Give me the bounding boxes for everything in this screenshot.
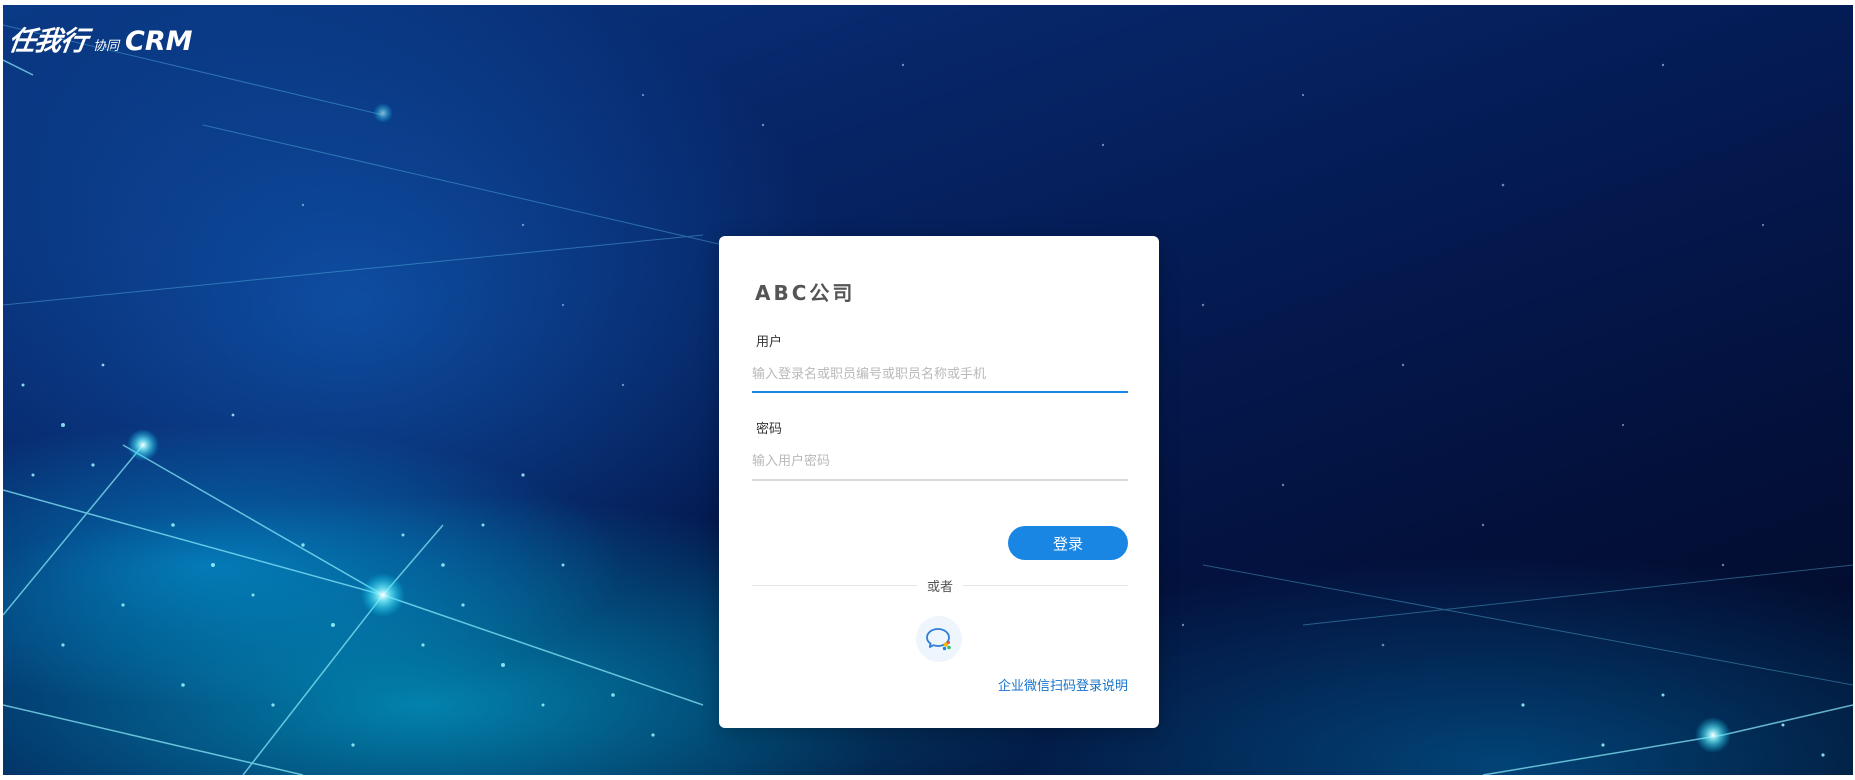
divider-line-right [963, 584, 1129, 586]
password-input[interactable] [752, 444, 1128, 478]
or-divider-text: 或者 [927, 579, 954, 595]
or-divider: 或者 [752, 575, 1129, 595]
wechat-work-login-button[interactable] [916, 616, 962, 662]
login-button-label: 登录 [1052, 534, 1083, 553]
login-background: 任我行 协同 CRM ABC公司 用户 密码 登录 或者 [3, 5, 1853, 775]
divider-line-left [752, 584, 917, 586]
username-input[interactable] [752, 357, 1128, 391]
logo-sub-text: 协同 [93, 39, 120, 54]
logo-crm-text: CRM [125, 26, 193, 57]
login-button[interactable]: 登录 [1008, 526, 1128, 560]
wechat-login-help-link[interactable]: 企业微信扫码登录说明 [998, 675, 1128, 694]
username-label: 用户 [756, 335, 783, 350]
password-label: 密码 [756, 422, 783, 437]
login-card: ABC公司 用户 密码 登录 或者 企业微信扫码登录说明 [719, 236, 1159, 728]
company-title: ABC公司 [755, 281, 856, 305]
username-underline [752, 391, 1128, 393]
password-underline [752, 479, 1128, 481]
brand-logo: 任我行 协同 CRM [6, 19, 192, 57]
wechat-work-icon [926, 628, 951, 651]
logo-main-text: 任我行 [6, 26, 89, 57]
